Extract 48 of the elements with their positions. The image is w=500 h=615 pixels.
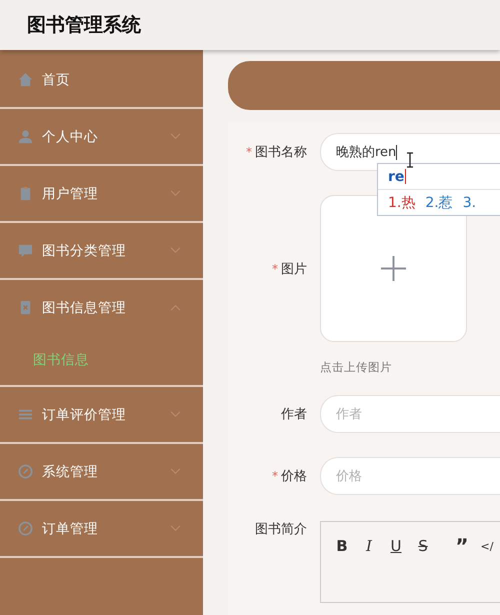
toolbar-button[interactable]: S (414, 536, 432, 556)
compass-icon (18, 521, 33, 536)
menu-label: 图书分类管理 (42, 242, 127, 260)
menu-label: 订单管理 (42, 520, 99, 538)
ime-candidate[interactable]: 2.惹 (425, 194, 453, 212)
menu-item[interactable]: 订单评价管理 (0, 387, 203, 442)
toolbar-button[interactable]: ” (453, 536, 471, 556)
required-mark: * (246, 145, 252, 159)
required-mark: * (272, 262, 278, 276)
toolbar-button[interactable]: </ (480, 536, 494, 556)
field-label: 价格 (281, 468, 307, 485)
required-mark: * (272, 469, 278, 483)
menu-label: 订单评价管理 (42, 406, 127, 424)
menu-label: 个人中心 (42, 128, 99, 146)
rich-text-editor[interactable]: B I U S ” </ (320, 521, 500, 603)
upload-hint: 点击上传图片 (320, 360, 393, 375)
ime-candidate[interactable]: 3. (462, 194, 476, 210)
list-icon (18, 407, 33, 422)
menu-item[interactable]: 订单管理 (0, 501, 203, 556)
toolbar-button[interactable]: B (333, 536, 351, 556)
toolbar-button[interactable]: U (387, 536, 405, 556)
user-icon (18, 129, 33, 144)
toolbar-button[interactable]: I (360, 536, 378, 556)
menu-label: 用户管理 (42, 184, 99, 202)
menu-label: 系统管理 (42, 462, 99, 480)
menu-item[interactable]: 系统管理 (0, 444, 203, 499)
compass-icon (18, 464, 33, 479)
field-label: 图片 (281, 260, 307, 278)
field-label: 图书简介 (255, 521, 307, 538)
menu-item[interactable]: 个人中心 (0, 109, 203, 164)
menu-item[interactable]: 图书分类管理 (0, 223, 203, 278)
doc-icon (18, 300, 33, 315)
menu-label: 首页 (42, 70, 71, 88)
menu-item[interactable]: 用户管理 (0, 166, 203, 221)
ime-composition: re (388, 168, 404, 184)
field-label: 图书名称 (255, 144, 307, 161)
home-icon (18, 72, 33, 87)
chat-icon (18, 243, 33, 258)
app-title: 图书管理系统 (27, 13, 141, 38)
ime-candidate[interactable]: 1.热 (388, 194, 416, 212)
text-cursor-icon (406, 152, 414, 168)
menu-label: 图书信息管理 (42, 298, 127, 316)
plus-icon (381, 256, 406, 281)
menu-item[interactable]: 首页 (0, 52, 203, 107)
submenu-item[interactable]: 图书信息 (0, 335, 203, 385)
menu-item[interactable]: 图书信息管理 (0, 280, 203, 335)
clip-icon (18, 186, 33, 201)
field-label: 作者 (281, 406, 307, 423)
